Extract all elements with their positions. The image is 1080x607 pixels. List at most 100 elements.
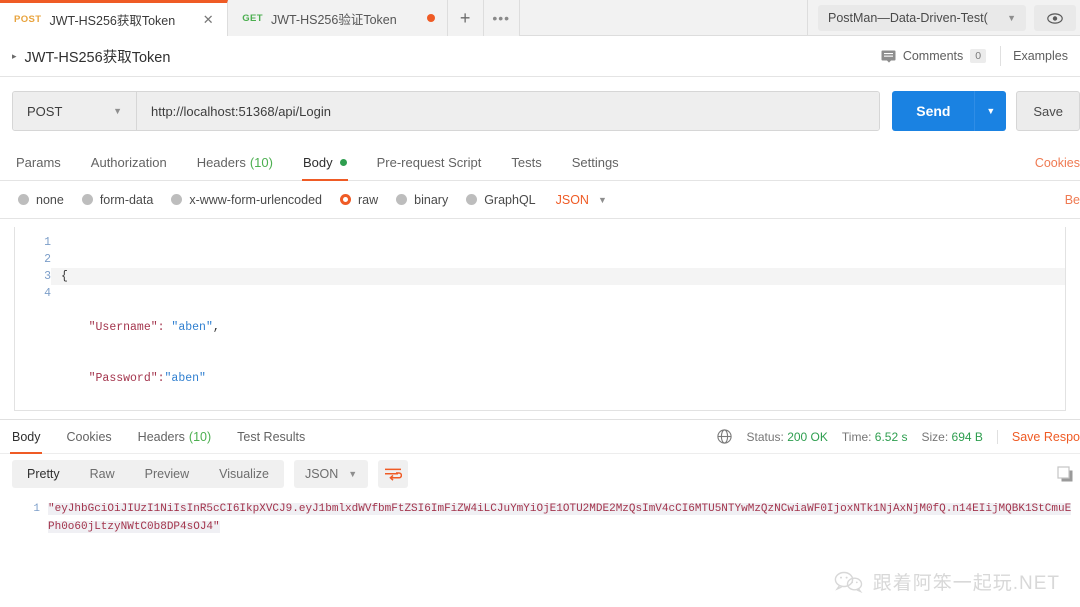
time-metric: Time: 6.52 s bbox=[842, 430, 908, 444]
body-type-form-data[interactable]: form-data bbox=[81, 193, 153, 207]
globe-icon bbox=[717, 429, 733, 444]
url-bar-row: POST ▼ http://localhost:51368/api/Login … bbox=[0, 77, 1080, 145]
tab-bar-spacer bbox=[519, 0, 808, 35]
body-type-row: none form-data x-www-form-urlencoded raw… bbox=[0, 181, 1080, 219]
comments-button[interactable]: Comments 0 bbox=[867, 49, 1000, 63]
code-value-password: "aben" bbox=[164, 372, 206, 385]
environment-quick-look-button[interactable] bbox=[1034, 5, 1076, 31]
tab-headers-count: (10) bbox=[249, 155, 273, 170]
url-bar: POST ▼ http://localhost:51368/api/Login bbox=[12, 91, 881, 131]
editor-code-area[interactable]: { "Username": "aben", "Password":"aben" … bbox=[51, 227, 1065, 410]
response-line-numbers: 1 bbox=[0, 500, 48, 536]
line-number: 4 bbox=[44, 287, 51, 300]
response-body-panel: 1 "eyJhbGciOiJIUzI1NiIsInR5cCI6IkpXVCJ9.… bbox=[0, 494, 1080, 536]
tab-params[interactable]: Params bbox=[12, 145, 76, 181]
tab-settings[interactable]: Settings bbox=[557, 145, 634, 181]
jwt-token-value: "eyJhbGciOiJIUzI1NiIsInR5cCI6IkpXVCJ9.ey… bbox=[48, 503, 1072, 533]
code-key-username: "Username": bbox=[88, 321, 165, 334]
eye-icon bbox=[1047, 12, 1063, 24]
new-tab-button[interactable]: + bbox=[447, 0, 484, 36]
request-tab-bar: POST JWT-HS256获取Token ✕ GET JWT-HS256验证T… bbox=[0, 0, 1080, 36]
response-tab-headers-label: Headers bbox=[137, 429, 185, 444]
tab-headers[interactable]: Headers (10) bbox=[182, 145, 288, 181]
radio-icon bbox=[466, 194, 478, 205]
response-view-raw[interactable]: Raw bbox=[75, 460, 130, 488]
environment-name-label: PostMan—Data-Driven-Test( bbox=[828, 11, 988, 25]
body-format-select[interactable]: JSON ▼ bbox=[556, 193, 607, 207]
code-brace-open: { bbox=[61, 270, 68, 283]
response-view-preview[interactable]: Preview bbox=[130, 460, 204, 488]
time-label: Time: bbox=[841, 429, 872, 444]
status-value: 200 OK bbox=[787, 429, 828, 444]
body-type-none[interactable]: none bbox=[18, 193, 64, 207]
tab-body[interactable]: Body bbox=[288, 145, 362, 181]
chevron-down-icon: ▼ bbox=[113, 106, 122, 116]
save-button[interactable]: Save bbox=[1016, 91, 1080, 131]
cookies-link[interactable]: Cookies bbox=[1035, 156, 1080, 170]
request-header-row: ▸ JWT-HS256获取Token Comments 0 Examples bbox=[0, 36, 1080, 77]
unsaved-changes-dot-icon bbox=[426, 14, 435, 22]
comments-count-badge: 0 bbox=[970, 49, 987, 63]
wechat-icon bbox=[834, 571, 864, 593]
watermark: 跟着阿笨一起玩.NET bbox=[834, 568, 1060, 595]
response-view-switcher: Pretty Raw Preview Visualize bbox=[12, 460, 284, 488]
body-type-none-label: none bbox=[36, 192, 64, 207]
url-input[interactable]: http://localhost:51368/api/Login bbox=[137, 92, 880, 130]
request-section-tabs: Params Authorization Headers (10) Body P… bbox=[0, 145, 1080, 181]
request-tab-post-jwt-get-token[interactable]: POST JWT-HS256获取Token ✕ bbox=[0, 0, 229, 36]
word-wrap-icon bbox=[384, 468, 402, 481]
body-type-urlencoded-label: x-www-form-urlencoded bbox=[189, 192, 322, 207]
size-label: Size: bbox=[921, 429, 949, 444]
tab-title-label: JWT-HS256获取Token bbox=[49, 14, 176, 28]
http-method-select[interactable]: POST ▼ bbox=[13, 92, 137, 130]
response-format-select[interactable]: JSON ▼ bbox=[293, 460, 369, 488]
response-view-visualize[interactable]: Visualize bbox=[204, 460, 284, 488]
status-label: Status: bbox=[746, 429, 784, 444]
response-meta-row: Status: 200 OK Time: 6.52 s Size: 694 B … bbox=[717, 429, 1080, 444]
tab-method-label: GET bbox=[242, 12, 263, 24]
close-icon[interactable]: ✕ bbox=[201, 13, 215, 26]
save-response-button[interactable]: Save Respo bbox=[996, 429, 1080, 444]
tab-headers-label: Headers bbox=[196, 155, 246, 170]
response-tab-body[interactable]: Body bbox=[10, 420, 54, 454]
request-tab-get-jwt-verify-token[interactable]: GET JWT-HS256验证Token bbox=[228, 0, 448, 36]
word-wrap-toggle[interactable] bbox=[378, 460, 409, 488]
expand-collapse-icon[interactable]: ▸ bbox=[12, 51, 17, 62]
response-tab-headers[interactable]: Headers (10) bbox=[125, 420, 224, 454]
response-body-content[interactable]: "eyJhbGciOiJIUzI1NiIsInR5cCI6IkpXVCJ9.ey… bbox=[48, 500, 1080, 536]
code-line-2: "Username": "aben", bbox=[61, 319, 1065, 336]
tab-pre-request-script[interactable]: Pre-request Script bbox=[362, 145, 497, 181]
beautify-button[interactable]: Be bbox=[1065, 193, 1080, 207]
body-type-binary[interactable]: binary bbox=[396, 193, 448, 207]
response-section-tabs: Body Cookies Headers (10) Test Results S… bbox=[0, 419, 1080, 454]
body-type-binary-label: binary bbox=[414, 192, 449, 207]
response-tab-cookies[interactable]: Cookies bbox=[54, 420, 125, 454]
request-body-editor[interactable]: 1 2 3 4 { "Username": "aben", "Password"… bbox=[14, 227, 1066, 411]
line-number: 1 bbox=[44, 236, 51, 249]
body-type-urlencoded[interactable]: x-www-form-urlencoded bbox=[171, 193, 322, 207]
response-view-pretty[interactable]: Pretty bbox=[12, 460, 75, 488]
body-type-graphql-label: GraphQL bbox=[484, 192, 536, 207]
body-type-raw-label: raw bbox=[358, 192, 379, 207]
radio-icon bbox=[18, 194, 29, 205]
status-metric: Status: 200 OK bbox=[746, 430, 827, 444]
watermark-text: 跟着阿笨一起玩.NET bbox=[872, 573, 1060, 594]
send-button-group: Send ▼ bbox=[892, 91, 1007, 131]
tab-body-label: Body bbox=[302, 155, 333, 170]
postman-window: POST JWT-HS256获取Token ✕ GET JWT-HS256验证T… bbox=[0, 0, 1080, 607]
examples-button[interactable]: Examples bbox=[1001, 49, 1080, 63]
time-value: 6.52 s bbox=[874, 429, 908, 444]
tab-tests[interactable]: Tests bbox=[496, 145, 556, 181]
body-type-raw[interactable]: raw bbox=[340, 193, 378, 207]
page-title: JWT-HS256获取Token bbox=[24, 49, 171, 66]
tab-method-label: POST bbox=[14, 14, 42, 25]
response-tab-test-results[interactable]: Test Results bbox=[224, 420, 318, 454]
body-type-graphql[interactable]: GraphQL bbox=[466, 192, 536, 207]
send-button[interactable]: Send bbox=[892, 91, 975, 131]
environment-selector[interactable]: PostMan—Data-Driven-Test( ▼ bbox=[818, 5, 1026, 31]
tab-authorization[interactable]: Authorization bbox=[76, 145, 182, 181]
request-body-editor-wrap: 1 2 3 4 { "Username": "aben", "Password"… bbox=[0, 219, 1080, 411]
send-options-chevron-down-icon[interactable]: ▼ bbox=[974, 91, 1007, 131]
copy-response-button[interactable] bbox=[1050, 460, 1080, 488]
tab-overflow-menu-button[interactable]: ••• bbox=[483, 0, 520, 36]
